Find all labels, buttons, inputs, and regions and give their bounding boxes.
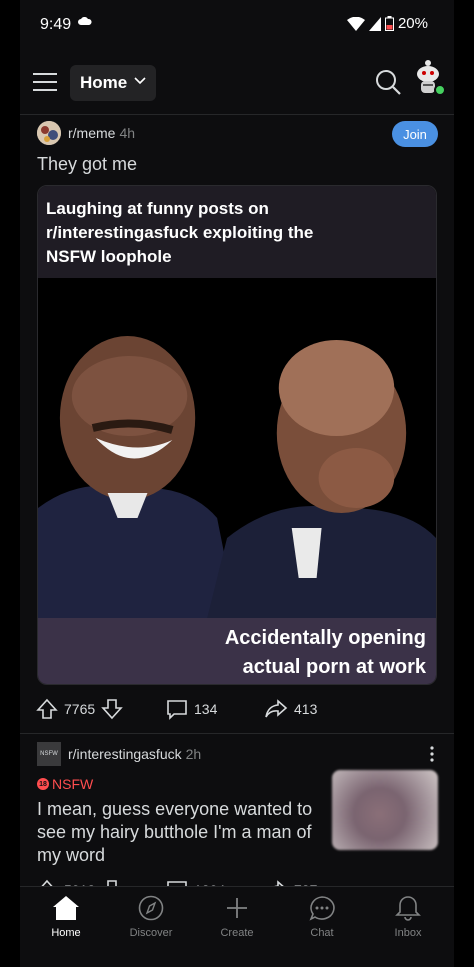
share-button[interactable]: 413 <box>264 695 317 723</box>
upvote-icon[interactable] <box>36 698 58 720</box>
post-image[interactable]: Laughing at funny posts on r/interesting… <box>37 185 437 685</box>
battery-icon <box>384 16 394 31</box>
meme-bottom-line: actual porn at work <box>242 656 426 678</box>
meme-top-line: Laughing at funny posts on <box>46 199 269 218</box>
meme-bottom-caption: Accidentally opening actual porn at work <box>38 618 436 684</box>
nav-home-label: Home <box>51 927 81 939</box>
nav-chat-label: Chat <box>310 927 334 939</box>
comments-button[interactable]: 134 <box>166 695 217 723</box>
subreddit-name[interactable]: r/meme 4h <box>68 125 135 141</box>
subreddit-label[interactable]: r/meme <box>68 125 115 141</box>
status-bar: 9:49 20% <box>20 0 454 52</box>
vote-count: 7765 <box>64 701 96 717</box>
share-count: 413 <box>294 701 318 717</box>
join-button[interactable]: Join <box>392 121 438 147</box>
subreddit-avatar[interactable] <box>37 121 61 145</box>
feed-selector[interactable]: Home <box>70 65 156 101</box>
meme-bottom-line: Accidentally opening <box>224 627 426 649</box>
post-title[interactable]: They got me <box>37 154 137 175</box>
subreddit-avatar[interactable]: NSFW <box>37 742 61 766</box>
post-age: 4h <box>119 125 136 141</box>
top-app-bar: Home <box>20 52 454 115</box>
post-thumbnail-blurred[interactable] <box>332 770 438 850</box>
compass-icon <box>138 895 164 921</box>
nav-home[interactable]: Home <box>23 895 109 951</box>
chat-icon <box>309 896 335 921</box>
search-icon[interactable] <box>374 68 402 96</box>
menu-icon[interactable] <box>32 70 58 94</box>
meme-photo <box>38 278 436 618</box>
feed-selector-label: Home <box>80 73 128 92</box>
app-screen: 9:49 20% Home r/meme 4h Join They got me… <box>20 0 454 967</box>
signal-icon <box>368 16 381 31</box>
meme-top-line: r/interestingasfuck exploiting the <box>46 223 314 242</box>
meme-avatar-icon <box>37 121 61 145</box>
nav-chat[interactable]: Chat <box>279 895 365 951</box>
comment-icon <box>167 700 187 720</box>
user-avatar[interactable] <box>412 58 446 98</box>
status-time: 9:49 <box>40 16 72 33</box>
bell-icon <box>395 896 421 921</box>
subreddit-label[interactable]: r/interestingasfuck <box>68 746 182 762</box>
nav-create-label: Create <box>220 927 254 939</box>
comment-count: 134 <box>194 701 218 717</box>
nav-discover[interactable]: Discover <box>108 895 194 951</box>
share-icon <box>265 699 288 718</box>
post-card[interactable]: r/meme 4h Join They got me Laughing at fu… <box>20 115 454 733</box>
post-title[interactable]: I mean, guess everyone wanted to see my … <box>37 798 327 867</box>
wifi-icon <box>346 16 365 31</box>
nav-create[interactable]: Create <box>194 895 280 951</box>
subreddit-name[interactable]: r/interestingasfuck 2h <box>68 746 201 762</box>
plus-icon <box>227 898 247 918</box>
nav-inbox[interactable]: Inbox <box>365 895 451 951</box>
nsfw-label: NSFW <box>52 776 94 792</box>
nsfw-icon: 18 <box>37 778 49 790</box>
chevron-down-icon <box>134 77 146 85</box>
vote-group: 7765 <box>36 695 123 723</box>
home-icon <box>53 896 79 920</box>
battery-percent: 20% <box>397 15 428 32</box>
bottom-navigation: Home Discover Create Chat Inbox <box>20 886 454 967</box>
post-actions: 7765 134 413 <box>36 695 436 723</box>
meme-top-caption: Laughing at funny posts on r/interesting… <box>38 186 436 278</box>
nav-inbox-label: Inbox <box>394 927 422 939</box>
cloud-icon <box>78 17 92 25</box>
post-age: 2h <box>185 746 202 762</box>
nsfw-badge: 18 NSFW <box>37 776 93 792</box>
downvote-icon[interactable] <box>101 698 123 720</box>
more-options-icon[interactable] <box>430 746 434 762</box>
post-card[interactable]: NSFW r/interestingasfuck 2h 18 NSFW I mea… <box>20 734 454 901</box>
meme-top-line: NSFW loophole <box>46 247 172 266</box>
status-icons: 20% <box>346 15 428 32</box>
nav-discover-label: Discover <box>129 927 173 939</box>
online-status-dot <box>434 84 446 96</box>
